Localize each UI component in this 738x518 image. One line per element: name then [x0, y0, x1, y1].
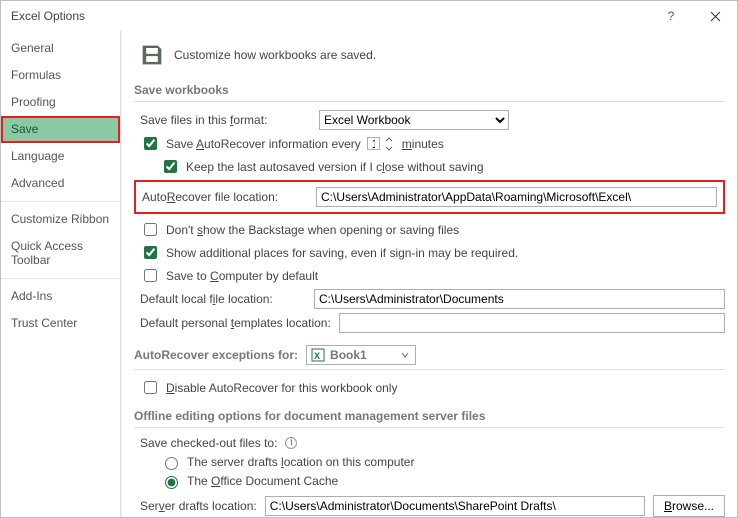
- radio-server-drafts-label[interactable]: The server drafts location on this compu…: [187, 455, 414, 469]
- excel-options-window: Excel Options ? GeneralFormulasProofingS…: [0, 0, 738, 518]
- autorecover-minutes-input[interactable]: [367, 137, 380, 150]
- sidebar: GeneralFormulasProofingSaveLanguageAdvan…: [1, 31, 121, 517]
- keep-last-check-row: Keep the last autosaved version if I clo…: [160, 157, 725, 176]
- info-icon[interactable]: i: [285, 437, 297, 449]
- autorecover-location-label: AutoRecover file location:: [142, 190, 310, 204]
- backstage-label[interactable]: Don't show the Backstage when opening or…: [166, 223, 459, 237]
- workbook-combo[interactable]: X Book1: [306, 345, 416, 365]
- window-title: Excel Options: [11, 9, 649, 23]
- close-button[interactable]: [693, 1, 737, 31]
- default-templates-row: Default personal templates location:: [140, 313, 725, 333]
- server-drafts-input[interactable]: [265, 496, 645, 516]
- additional-places-checkbox[interactable]: [144, 246, 157, 259]
- sidebar-item-quick-access-toolbar[interactable]: Quick Access Toolbar: [1, 233, 120, 274]
- keep-last-checkbox[interactable]: [164, 160, 177, 173]
- minutes-label: minutes: [402, 137, 444, 151]
- default-local-row: Default local file location:: [140, 289, 725, 309]
- radio-office-cache-label[interactable]: The Office Document Cache: [187, 474, 338, 488]
- backstage-checkbox[interactable]: [144, 223, 157, 236]
- save-computer-label[interactable]: Save to Computer by default: [166, 269, 318, 283]
- additional-places-check-row: Show additional places for saving, even …: [140, 243, 725, 262]
- svg-text:X: X: [314, 351, 320, 361]
- sidebar-item-save[interactable]: Save: [1, 116, 120, 143]
- sidebar-item-formulas[interactable]: Formulas: [1, 62, 120, 89]
- checked-out-radio-group: The server drafts location on this compu…: [160, 454, 725, 489]
- sidebar-item-advanced[interactable]: Advanced: [1, 170, 120, 197]
- save-format-label: Save files in this format:: [140, 113, 267, 127]
- close-icon: [710, 11, 721, 22]
- help-button[interactable]: ?: [649, 1, 693, 31]
- autorecover-location-row: AutoRecover file location:: [134, 180, 725, 214]
- radio-office-cache[interactable]: [165, 476, 178, 489]
- intro-text: Customize how workbooks are saved.: [174, 48, 376, 62]
- additional-places-label[interactable]: Show additional places for saving, even …: [166, 246, 518, 260]
- titlebar: Excel Options ?: [1, 1, 737, 31]
- intro-row: Customize how workbooks are saved.: [138, 41, 725, 69]
- browse-button[interactable]: Browse...: [653, 495, 725, 517]
- excel-file-icon: X: [311, 348, 325, 362]
- sidebar-item-language[interactable]: Language: [1, 143, 120, 170]
- server-drafts-label: Server drafts location:: [140, 499, 257, 513]
- section-save-workbooks: Save workbooks: [134, 77, 725, 102]
- disable-autorecover-checkbox[interactable]: [144, 381, 157, 394]
- spinner-down-icon[interactable]: [382, 144, 396, 153]
- section-autorecover-exceptions: AutoRecover exceptions for: X Book1: [134, 339, 725, 370]
- content-pane: Customize how workbooks are saved. Save …: [121, 31, 737, 517]
- save-icon: [138, 41, 166, 69]
- sidebar-item-proofing[interactable]: Proofing: [1, 89, 120, 116]
- sidebar-item-general[interactable]: General: [1, 35, 120, 62]
- sidebar-separator: [1, 278, 120, 279]
- sidebar-item-customize-ribbon[interactable]: Customize Ribbon: [1, 206, 120, 233]
- workbook-name: Book1: [330, 348, 367, 362]
- server-drafts-row: Server drafts location: Browse...: [140, 495, 725, 517]
- keep-last-label[interactable]: Keep the last autosaved version if I clo…: [186, 160, 484, 174]
- save-computer-checkbox[interactable]: [144, 269, 157, 282]
- sidebar-separator: [1, 201, 120, 202]
- autorecover-location-input[interactable]: [316, 187, 717, 207]
- section-offline-editing: Offline editing options for document man…: [134, 403, 725, 428]
- autorecover-checkbox[interactable]: [144, 137, 157, 150]
- default-templates-label: Default personal templates location:: [140, 316, 331, 330]
- radio-server-drafts[interactable]: [165, 457, 178, 470]
- default-templates-input[interactable]: [339, 313, 725, 333]
- spinner-up-icon[interactable]: [382, 135, 396, 144]
- autorecover-check-row: Save AutoRecover information every minut…: [140, 134, 725, 153]
- save-checked-out-label: Save checked-out files to:: [140, 436, 277, 450]
- sidebar-item-add-ins[interactable]: Add-Ins: [1, 283, 120, 310]
- save-computer-check-row: Save to Computer by default: [140, 266, 725, 285]
- sidebar-item-trust-center[interactable]: Trust Center: [1, 310, 120, 337]
- backstage-check-row: Don't show the Backstage when opening or…: [140, 220, 725, 239]
- default-local-input[interactable]: [314, 289, 725, 309]
- save-format-row: Save files in this format: Excel Workboo…: [140, 110, 725, 130]
- autorecover-label[interactable]: Save AutoRecover information every: [166, 137, 361, 151]
- chevron-down-icon: [399, 349, 411, 364]
- save-format-select[interactable]: Excel Workbook: [319, 110, 509, 130]
- save-checked-out-row: Save checked-out files to: i: [140, 436, 725, 450]
- disable-autorecover-label[interactable]: Disable AutoRecover for this workbook on…: [166, 381, 397, 395]
- default-local-label: Default local file location:: [140, 292, 308, 306]
- disable-autorecover-check-row: Disable AutoRecover for this workbook on…: [140, 378, 725, 397]
